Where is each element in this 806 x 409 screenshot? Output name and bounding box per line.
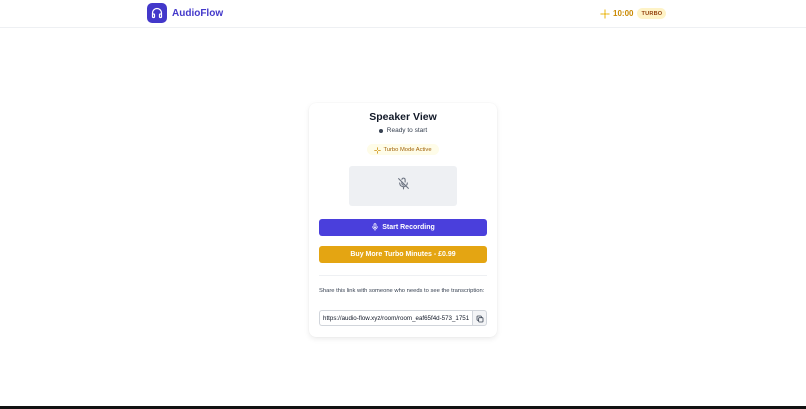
microphone-icon: [371, 222, 379, 233]
top-bar: AudioFlow 10:00 TURBO: [0, 0, 806, 28]
turbo-time-remaining: 10:00: [613, 9, 634, 18]
status-indicator: Ready to start: [309, 127, 497, 134]
turbo-mode-label: Turbo Mode Active: [383, 146, 432, 153]
audio-visualizer: [349, 166, 457, 206]
copy-icon: [476, 311, 484, 326]
buy-turbo-minutes-button[interactable]: Buy More Turbo Minutes - £0.99: [319, 246, 487, 263]
turbo-status: 10:00 TURBO: [600, 7, 667, 20]
page-title: Speaker View: [369, 111, 437, 123]
mic-off-icon: [397, 177, 410, 195]
status-dot: [378, 128, 383, 133]
brand[interactable]: AudioFlow: [147, 3, 223, 23]
start-recording-button[interactable]: Start Recording: [319, 219, 487, 236]
share-instructions: Share this link with someone who needs t…: [319, 288, 485, 294]
share-link-input[interactable]: [319, 310, 472, 326]
sparkle-icon: [600, 8, 610, 19]
sparkle-icon: [374, 141, 382, 159]
headphones-icon: [147, 3, 167, 23]
status-text: Ready to start: [386, 127, 428, 134]
divider: [319, 275, 487, 276]
turbo-mode-badge: Turbo Mode Active: [367, 144, 439, 155]
app-name: AudioFlow: [172, 7, 224, 19]
copy-link-button[interactable]: [472, 310, 487, 326]
speaker-card: Speaker View Ready to start Turbo Mode A…: [309, 103, 497, 337]
start-recording-label: Start Recording: [382, 224, 435, 231]
share-link-row: [319, 310, 487, 326]
turbo-badge: TURBO: [637, 8, 667, 19]
